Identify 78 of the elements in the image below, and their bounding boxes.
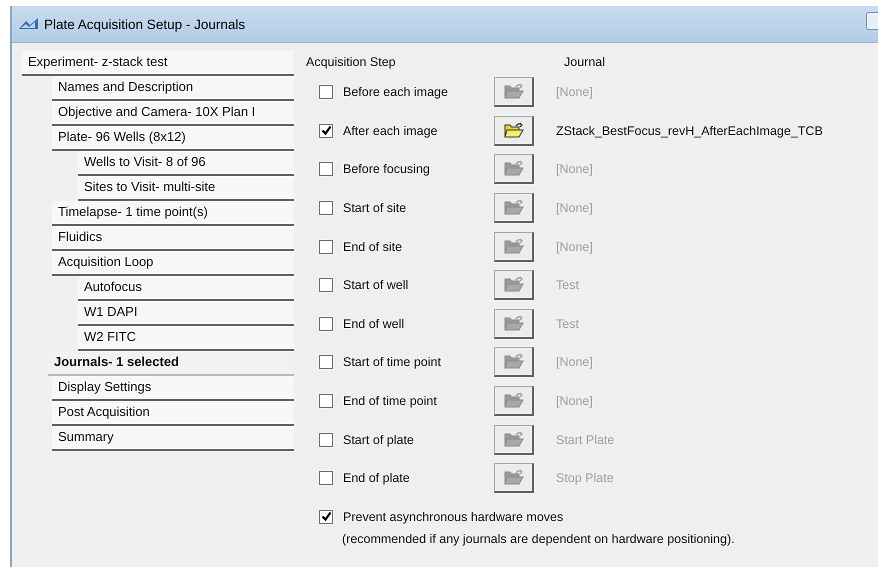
column-header: Acquisition Step [305,55,397,71]
folder-icon [504,276,524,294]
checkbox[interactable] [319,510,333,524]
tree-item[interactable]: Fluidics [52,226,294,251]
journal-name: [None] [556,162,593,176]
checkbox[interactable] [319,124,333,138]
tree-item[interactable]: W1 DAPI [78,301,294,326]
tree-item[interactable]: W2 FITC [78,326,294,351]
journal-name: [None] [556,355,593,370]
step-label: Before each image [343,85,448,100]
tree-item[interactable]: Experiment- z-stack test [22,51,294,76]
window-button[interactable] [866,12,878,30]
folder-icon [504,238,524,255]
folder-icon [504,122,524,139]
tree-item[interactable]: Timelapse- 1 time point(s) [52,201,294,226]
tree-item[interactable]: Acquisition Loop [52,251,294,276]
open-folder-button[interactable] [494,386,534,416]
step-label: Start of time point [343,355,441,370]
folder-icon [504,199,524,216]
tree-item[interactable]: Display Settings [52,376,294,401]
column-header: Journal [564,55,605,71]
tree-item[interactable]: Wells to Visit- 8 of 96 [78,151,294,176]
journal-name: Stop Plate [556,471,614,486]
checkbox[interactable] [319,394,333,408]
tree-item[interactable]: Sites to Visit- multi-site [78,176,294,201]
step-label: End of time point [343,394,437,408]
folder-icon [504,430,524,448]
step-label: End of well [343,316,404,331]
step-label: After each image [343,124,438,138]
checkbox[interactable] [319,355,333,370]
checkbox[interactable] [319,432,333,447]
journal-name: [None] [556,85,593,100]
folder-icon [504,469,524,486]
tree-item[interactable]: Objective and Camera- 10X Plan I [52,101,294,126]
folder-icon [504,392,524,410]
open-folder-button[interactable] [494,308,534,339]
folder-icon [504,353,524,370]
step-label: Start of site [343,201,406,216]
step-label: Start of well [343,278,408,292]
tree-item[interactable]: Autofocus [78,276,294,301]
tree-item[interactable]: Post Acquisition [52,401,294,426]
checkbox[interactable] [319,471,333,486]
open-folder-button[interactable] [494,270,534,300]
journal-name: [None] [556,240,593,254]
window-title: Plate Acquisition Setup - Journals [44,16,246,32]
checkbox[interactable] [319,85,333,100]
folder-icon [504,314,524,332]
open-folder-button[interactable] [494,424,534,455]
step-label: End of plate [343,471,410,486]
tree-item[interactable]: Summary [52,426,294,451]
step-label: End of site [343,240,402,254]
journal-name: ZStack_BestFocus_revH_AfterEachImage_TCB [556,124,823,138]
open-folder-button[interactable] [494,193,534,224]
folder-icon [504,160,524,178]
tree-item[interactable]: Names and Description [52,76,294,101]
note-text: (recommended if any journals are dependent on hardware positioning). [341,532,736,546]
folder-icon [504,83,524,100]
open-folder-button[interactable] [494,154,534,184]
checkbox[interactable] [319,278,333,292]
open-folder-button[interactable] [494,232,534,262]
open-folder-button[interactable] [494,463,534,494]
open-folder-button[interactable] [494,116,534,146]
checkbox[interactable] [319,240,333,254]
checkbox[interactable] [319,316,333,331]
app-icon [18,17,40,31]
checkbox-label: Prevent asynchronous hardware moves [343,510,564,524]
journal-name: [None] [556,201,593,216]
open-folder-button[interactable] [494,77,534,108]
journal-name: Test [556,278,579,292]
open-folder-button[interactable] [494,347,534,378]
tree-item[interactable]: Plate- 96 Wells (8x12) [52,126,294,151]
journal-name: Start Plate [556,432,614,447]
step-label: Before focusing [343,162,430,176]
journal-name: [None] [556,394,593,408]
journal-name: Test [556,316,579,331]
checkbox[interactable] [319,201,333,216]
step-label: Start of plate [343,432,414,447]
checkbox[interactable] [319,162,333,176]
